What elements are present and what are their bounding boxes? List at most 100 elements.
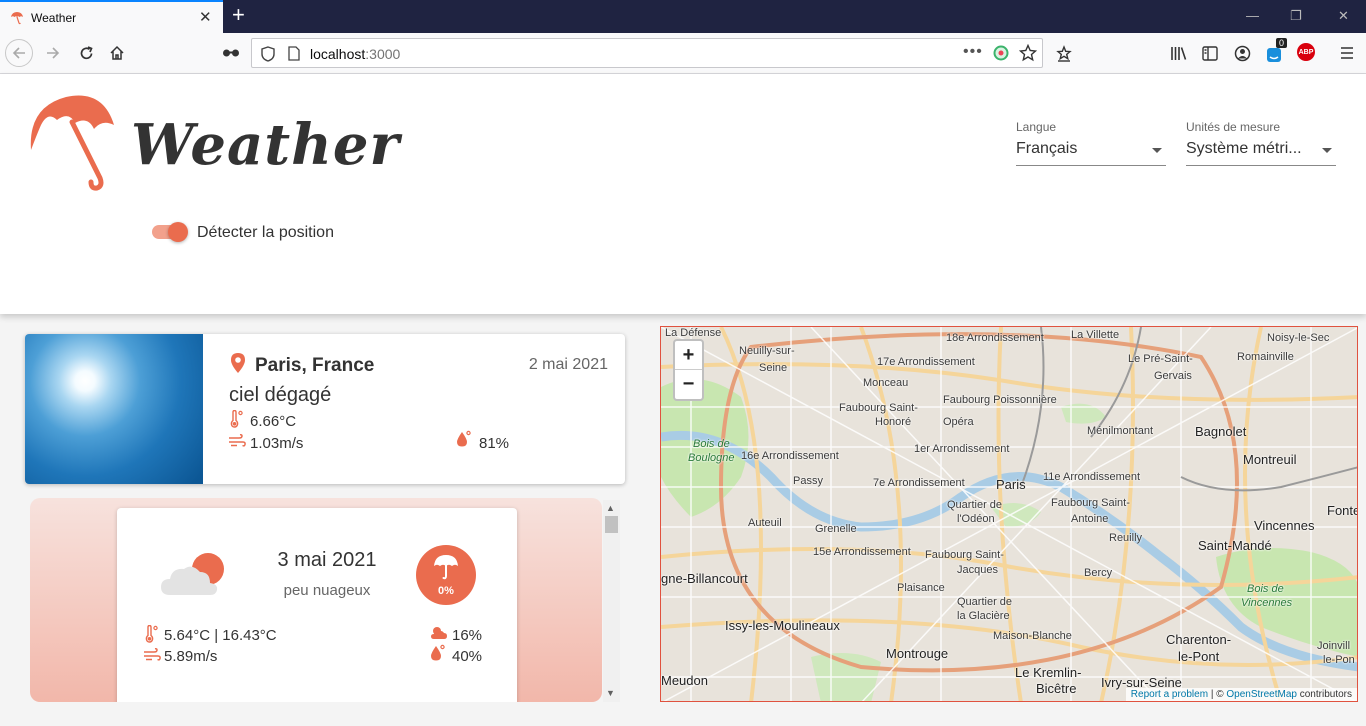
map-label: Honoré xyxy=(875,416,912,428)
page-icon xyxy=(288,46,300,61)
umbrella-icon xyxy=(434,555,458,580)
back-arrow-icon[interactable] xyxy=(5,39,33,67)
map-label: Issy-les-Moulineaux xyxy=(725,618,840,633)
language-select-label: Langue xyxy=(1016,120,1057,134)
scroll-thumb[interactable] xyxy=(605,516,618,533)
zoom-in-button[interactable]: + xyxy=(675,341,702,370)
current-wind: 1.03m/s xyxy=(250,435,304,452)
map-label: Paris xyxy=(996,477,1026,492)
location-name: Paris, France xyxy=(255,355,375,376)
map-label: gne-Billancourt xyxy=(661,571,748,586)
current-date: 2 mai 2021 xyxy=(528,356,608,373)
scroll-up-icon[interactable]: ▲ xyxy=(606,503,615,513)
map-label: Bagnolet xyxy=(1195,424,1247,439)
language-select-value[interactable]: Français xyxy=(1016,140,1166,166)
units-select-value[interactable]: Système métri... xyxy=(1186,140,1336,166)
brand-wordmark: Weather xyxy=(131,112,400,178)
forward-arrow-icon[interactable] xyxy=(40,40,66,66)
map-label: Bercy xyxy=(1084,567,1113,579)
map-label: La Villette xyxy=(1071,329,1120,341)
language-select[interactable]: Langue Français xyxy=(1016,120,1166,166)
library-icon[interactable] xyxy=(1170,46,1188,61)
map-tiles xyxy=(661,327,1357,701)
units-select[interactable]: Unités de mesure Système métri... xyxy=(1186,120,1336,166)
map-label: Faubourg Saint- xyxy=(839,402,918,414)
forecast-scrollbar[interactable]: ▲ ▼ xyxy=(603,500,620,702)
clear-sky-image xyxy=(25,334,203,484)
map-label: l'Odéon xyxy=(957,513,995,525)
map-label: Monceau xyxy=(863,377,909,389)
new-tab-icon[interactable]: + xyxy=(232,3,245,27)
location-pin-icon xyxy=(231,353,245,373)
map-label: le-Pon xyxy=(1323,654,1355,666)
map-label: Joinvill xyxy=(1317,640,1351,652)
forecast-clouds: 16% xyxy=(452,627,483,644)
map-label: la Glacière xyxy=(957,610,1010,622)
reload-icon[interactable] xyxy=(73,40,99,66)
humidity-drop-icon xyxy=(457,430,471,447)
map-label: Jacques xyxy=(957,564,998,576)
map-attribution: Report a problem | © OpenStreetMap contr… xyxy=(1125,688,1357,701)
browser-nav-bar: localhost:3000 ••• 0 ABP xyxy=(0,33,1366,74)
extension-badge: 0 xyxy=(1276,38,1288,48)
home-icon[interactable] xyxy=(104,40,130,66)
restore-icon[interactable]: ❐ xyxy=(1290,8,1302,24)
map-label: Le Kremlin- xyxy=(1015,665,1082,680)
map-label: Charenton- xyxy=(1166,632,1232,647)
pocket-star-icon[interactable] xyxy=(1055,45,1073,63)
forecast-humidity: 40% xyxy=(452,648,483,665)
report-problem-link[interactable]: Report a problem xyxy=(1131,689,1208,700)
current-description: ciel dégagé xyxy=(229,384,332,406)
map-label: Reuilly xyxy=(1109,532,1143,544)
map-label: Faubourg Poissonnière xyxy=(943,394,1057,406)
chevron-down-icon xyxy=(1322,148,1332,153)
shield-icon[interactable] xyxy=(261,46,275,62)
map-label: Opéra xyxy=(943,416,974,428)
tracking-mask-icon[interactable] xyxy=(218,40,244,66)
scroll-down-icon[interactable]: ▼ xyxy=(606,688,615,698)
thermometer-icon xyxy=(230,410,243,428)
color-picker-icon[interactable] xyxy=(993,45,1009,61)
city-map[interactable]: + − La Défense Neuilly-sur- Seine 18e Ar… xyxy=(660,326,1358,702)
account-icon[interactable] xyxy=(1234,45,1251,62)
sidebar-icon[interactable] xyxy=(1202,46,1218,61)
cloud-coverage-icon xyxy=(431,627,447,639)
tab-close-icon[interactable]: ✕ xyxy=(199,8,212,26)
browser-tab-bar: Weather ✕ + — ❐ ✕ xyxy=(0,0,1366,33)
browser-tab[interactable]: Weather ✕ xyxy=(0,0,223,33)
detect-position-label: Détecter la position xyxy=(197,224,334,241)
rain-chance-value: 0% xyxy=(438,585,454,597)
adblock-icon[interactable]: ABP xyxy=(1297,43,1315,61)
map-label: Vincennes xyxy=(1241,597,1293,609)
map-label: La Défense xyxy=(665,327,722,339)
map-label: Bois de xyxy=(693,438,730,450)
page-actions-icon[interactable]: ••• xyxy=(963,43,983,61)
zoom-out-button[interactable]: − xyxy=(675,370,702,399)
map-label: Boulogne xyxy=(688,452,735,464)
current-temperature: 6.66°C xyxy=(250,413,297,430)
humidity-drop-icon xyxy=(431,644,445,661)
url-bar[interactable]: localhost:3000 ••• xyxy=(251,38,1043,68)
window-close-icon[interactable]: ✕ xyxy=(1338,8,1349,24)
openstreetmap-link[interactable]: OpenStreetMap xyxy=(1226,689,1297,700)
map-label: Faubourg Saint- xyxy=(925,549,1004,561)
rain-chance-badge: 0% xyxy=(416,545,476,605)
hamburger-menu-icon[interactable] xyxy=(1340,47,1354,59)
thermometer-icon xyxy=(145,625,158,643)
url-text: localhost:3000 xyxy=(310,46,401,62)
units-select-label: Unités de mesure xyxy=(1186,120,1281,134)
map-label: Saint-Mandé xyxy=(1198,538,1272,553)
current-humidity: 81% xyxy=(479,435,510,452)
minimize-icon[interactable]: — xyxy=(1246,8,1259,23)
umbrella-logo-icon xyxy=(30,95,114,191)
map-label: Passy xyxy=(793,475,823,487)
umbrella-favicon-icon xyxy=(11,12,23,25)
detect-position-toggle[interactable] xyxy=(150,222,188,242)
bookmark-star-icon[interactable] xyxy=(1019,44,1037,62)
map-label: Meudon xyxy=(661,673,708,688)
current-weather-card: Paris, France 2 mai 2021 ciel dégagé 6.6… xyxy=(25,334,625,484)
map-label: 17e Arrondissement xyxy=(877,356,975,368)
map-label: Faubourg Saint- xyxy=(1051,497,1130,509)
extension-icon[interactable]: 0 xyxy=(1266,38,1288,64)
chevron-down-icon xyxy=(1152,148,1162,153)
